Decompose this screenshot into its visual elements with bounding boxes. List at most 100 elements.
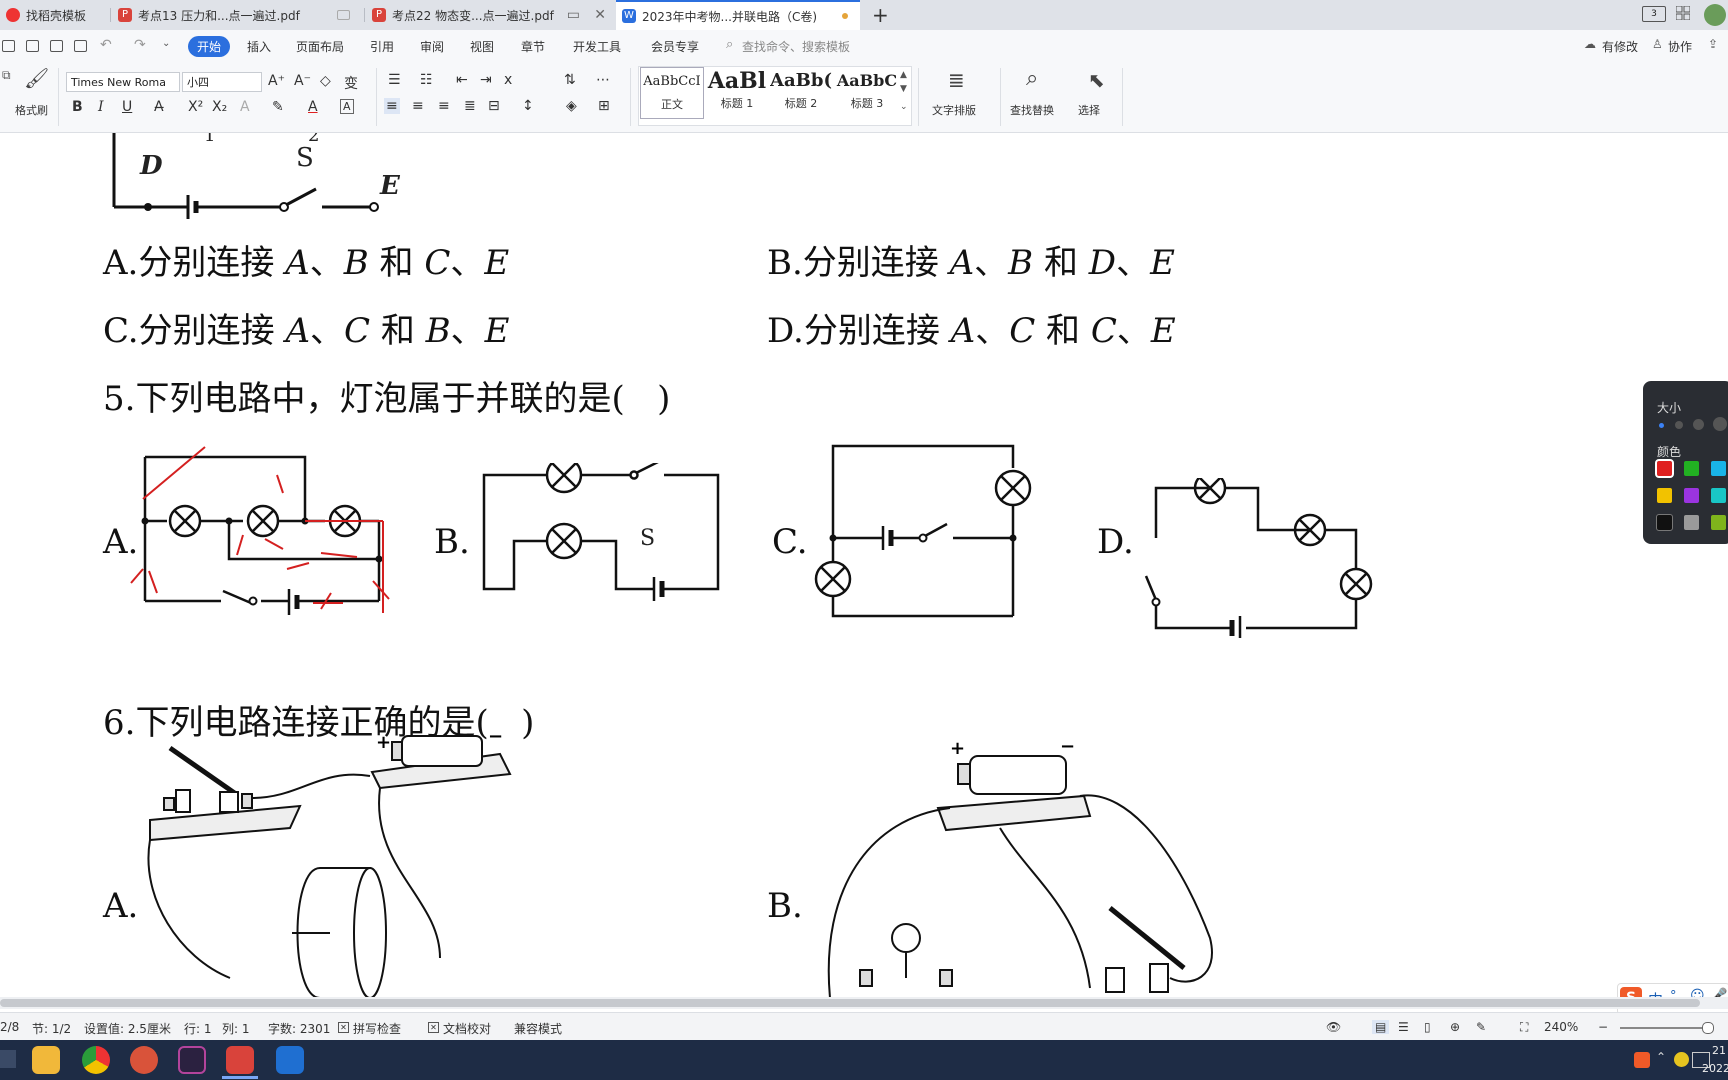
fit-page-icon[interactable]: ⛶ xyxy=(1520,1020,1528,1035)
menu-references[interactable]: 引用 xyxy=(370,38,394,55)
superscript-icon[interactable]: X² xyxy=(188,99,203,115)
outdent-icon[interactable]: ⇤ xyxy=(456,72,468,88)
clipboard-icon[interactable]: ⧉ xyxy=(2,68,11,83)
tab-active-document[interactable]: W 2023年中考物...并联电路（C卷) xyxy=(616,0,860,30)
zoom-slider-handle[interactable] xyxy=(1702,1022,1714,1034)
color-swatch-olive[interactable] xyxy=(1711,515,1726,530)
menu-developer[interactable]: 开发工具 xyxy=(573,38,621,55)
pen-size-option[interactable] xyxy=(1675,421,1683,429)
menu-view[interactable]: 视图 xyxy=(470,38,494,55)
pen-size-option[interactable] xyxy=(1659,423,1664,428)
style-heading-2[interactable]: AaBb( 标题 2 xyxy=(770,67,832,117)
start-icon[interactable] xyxy=(0,1050,16,1068)
tab-pdf-pressure[interactable]: P 考点13 压力和...点一遍过.pdf xyxy=(112,0,362,30)
close-icon[interactable]: ✕ xyxy=(594,7,606,23)
style-heading-1[interactable]: AaBl 标题 1 xyxy=(706,67,768,117)
chrome-icon[interactable] xyxy=(82,1046,110,1074)
web-view-icon[interactable]: ⊕ xyxy=(1450,1020,1460,1034)
file-explorer-icon[interactable] xyxy=(32,1046,60,1074)
pen-size-option[interactable] xyxy=(1713,417,1727,431)
style-normal[interactable]: AaBbCcI 正文 xyxy=(640,67,704,119)
sort-icon[interactable]: ⇅ xyxy=(564,72,576,88)
style-scroll-down-icon[interactable]: ▼ xyxy=(900,84,907,94)
reading-view-icon[interactable]: ▯ xyxy=(1424,1020,1431,1034)
distributed-icon[interactable]: ⊟ xyxy=(488,98,500,114)
changes-status[interactable]: 有修改 xyxy=(1602,38,1638,55)
line-spacing-icon[interactable]: ↕ xyxy=(522,98,534,114)
clock-time[interactable]: 21 xyxy=(1712,1044,1726,1057)
tray-expand-icon[interactable]: ⌃ xyxy=(1656,1050,1666,1064)
sogou-tray-icon[interactable] xyxy=(1634,1052,1650,1068)
format-painter-icon[interactable]: 🖌 xyxy=(24,66,49,90)
italic-icon[interactable]: I xyxy=(98,99,104,115)
bold-icon[interactable]: B xyxy=(72,99,83,115)
print-preview-icon[interactable] xyxy=(74,40,87,52)
word-count[interactable]: 字数: 2301 xyxy=(268,1020,330,1037)
color-swatch-gray[interactable] xyxy=(1684,515,1699,530)
text-layout-icon[interactable]: ≣ xyxy=(948,68,965,92)
numbered-list-icon[interactable]: ☷ xyxy=(420,72,433,88)
command-search-input[interactable]: 查找命令、搜索模板 xyxy=(742,38,850,55)
outline-view-icon[interactable]: ☰ xyxy=(1398,1020,1409,1034)
align-center-icon[interactable]: ≡ xyxy=(412,98,424,114)
find-replace-button[interactable]: 查找替换 xyxy=(1010,102,1054,118)
chevron-down-icon[interactable]: ⌄ xyxy=(162,38,170,49)
share-icon[interactable]: ⇪ xyxy=(1708,37,1718,51)
highlight-icon[interactable]: ✎ xyxy=(272,99,284,115)
color-swatch-yellow[interactable] xyxy=(1657,488,1672,503)
indent-icon[interactable]: ⇥ xyxy=(480,72,492,88)
chinese-layout-icon[interactable]: ⅹ xyxy=(504,72,512,88)
avatar[interactable] xyxy=(1704,4,1726,26)
new-tab-icon[interactable]: + xyxy=(872,3,889,27)
text-effect-icon[interactable]: A xyxy=(240,99,250,115)
shading-icon[interactable]: ◈ xyxy=(566,98,577,114)
phpstorm-icon[interactable] xyxy=(178,1046,206,1074)
zoom-out-icon[interactable]: − xyxy=(1598,1020,1608,1034)
undo-icon[interactable]: ↶ xyxy=(100,37,112,53)
color-swatch-cyan[interactable] xyxy=(1711,461,1726,476)
style-more-icon[interactable]: ⌄ xyxy=(900,102,908,112)
clear-format-icon[interactable]: ◇ xyxy=(320,73,331,89)
menu-chapter[interactable]: 章节 xyxy=(521,38,545,55)
collaborate-button[interactable]: 协作 xyxy=(1668,38,1692,55)
font-name-select[interactable]: Times New Roma xyxy=(66,72,180,92)
style-heading-3[interactable]: AaBbC 标题 3 xyxy=(836,67,898,117)
menu-member[interactable]: 会员专享 xyxy=(651,38,699,55)
bullet-list-icon[interactable]: ☰ xyxy=(388,72,401,88)
save-icon[interactable] xyxy=(26,40,39,52)
wps-icon[interactable] xyxy=(226,1046,254,1074)
spell-check-button[interactable]: 拼写检查 xyxy=(353,1020,401,1037)
style-scroll-up-icon[interactable]: ▲ xyxy=(900,70,907,80)
color-swatch-black[interactable] xyxy=(1656,514,1673,531)
menu-page-layout[interactable]: 页面布局 xyxy=(296,38,344,55)
color-swatch-red[interactable] xyxy=(1655,459,1674,478)
shrink-font-icon[interactable]: A⁻ xyxy=(294,73,311,89)
page-view-icon[interactable]: ▤ xyxy=(1372,1020,1390,1034)
select-cursor-icon[interactable]: ⬉ xyxy=(1088,68,1105,92)
document-canvas[interactable]: D S E 1 2 A.分别连接 A、B 和 C、E B.分别连接 A、B 和 … xyxy=(0,133,1728,997)
font-color-icon[interactable]: A xyxy=(308,99,318,115)
eye-protect-icon[interactable]: 👁 xyxy=(1326,1020,1341,1034)
subscript-icon[interactable]: X₂ xyxy=(212,99,227,115)
menu-review[interactable]: 审阅 xyxy=(420,38,444,55)
menu-insert[interactable]: 插入 xyxy=(247,38,271,55)
clock-date[interactable]: 2022 xyxy=(1702,1062,1728,1075)
menu-home[interactable]: 开始 xyxy=(188,36,231,57)
format-painter-button[interactable]: 格式刷 xyxy=(15,102,48,118)
page-indicator[interactable]: 2/8 xyxy=(0,1020,19,1034)
workspace-icon[interactable]: 3 xyxy=(1642,6,1666,22)
text-layout-button[interactable]: 文字排版 xyxy=(932,102,976,118)
font-size-select[interactable]: 小四 xyxy=(182,72,262,92)
color-swatch-teal[interactable] xyxy=(1711,488,1726,503)
select-button[interactable]: 选择 xyxy=(1078,102,1100,118)
show-marks-icon[interactable]: ⋯ xyxy=(596,72,610,88)
pen-icon[interactable]: ✎ xyxy=(1476,1020,1486,1034)
browser-icon[interactable] xyxy=(130,1046,158,1074)
color-swatch-green[interactable] xyxy=(1684,461,1699,476)
strikethrough-icon[interactable]: A̶ xyxy=(154,99,164,115)
underline-icon[interactable]: U xyxy=(122,99,132,115)
justify-icon[interactable]: ≣ xyxy=(464,98,476,114)
align-right-icon[interactable]: ≡ xyxy=(438,98,450,114)
scrollbar-thumb[interactable] xyxy=(0,999,1700,1007)
zoom-level[interactable]: 240% xyxy=(1544,1020,1578,1034)
